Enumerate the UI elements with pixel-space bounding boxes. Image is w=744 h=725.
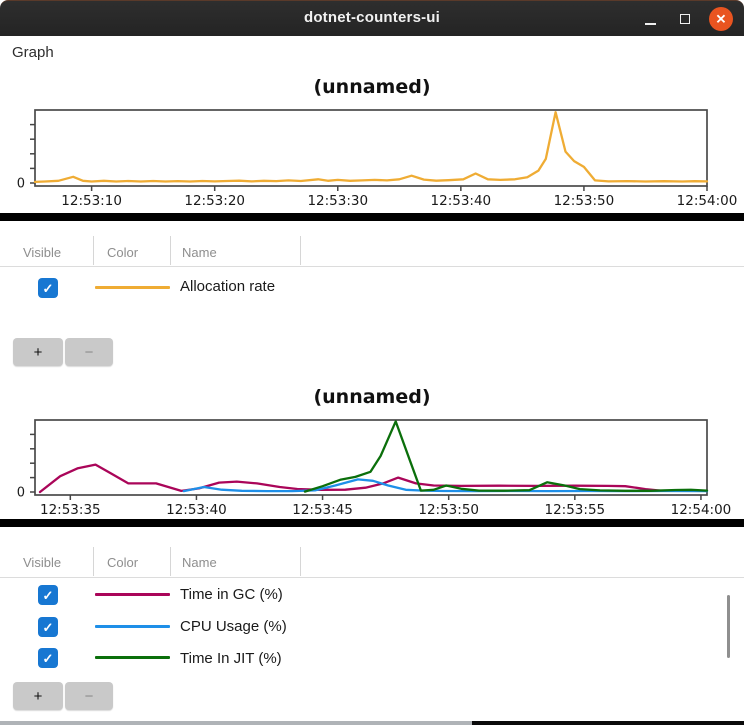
- add-series-button[interactable]: +: [13, 338, 63, 366]
- svg-text:12:53:30: 12:53:30: [307, 193, 368, 209]
- svg-text:12:53:45: 12:53:45: [292, 502, 353, 518]
- remove-series-button[interactable]: −: [65, 682, 113, 710]
- column-divider: [170, 236, 171, 265]
- check-icon: ✓: [42, 280, 54, 296]
- close-icon: ✕: [715, 11, 727, 26]
- allocation-rate-chart: 0 12:53:10 12:53:20 12:53:30 12:53:40 12:53:5…: [17, 109, 738, 209]
- svg-text:12:53:20: 12:53:20: [184, 193, 245, 209]
- svg-text:12:53:55: 12:53:55: [544, 502, 605, 518]
- series-name: Allocation rate: [180, 278, 276, 295]
- svg-text:0: 0: [17, 486, 25, 501]
- series-name: Time in GC (%): [180, 586, 283, 603]
- column-divider: [93, 547, 94, 576]
- vertical-scrollbar-thumb[interactable]: [727, 595, 730, 658]
- bottom-edge-scrollbar[interactable]: [0, 721, 472, 725]
- visible-checkbox[interactable]: ✓: [38, 278, 58, 298]
- window-title: dotnet-counters-ui: [303, 9, 441, 26]
- check-icon: ✓: [42, 587, 54, 603]
- minimize-button[interactable]: [638, 7, 662, 31]
- header-rule: [0, 577, 744, 578]
- svg-text:12:53:50: 12:53:50: [554, 193, 615, 209]
- minimize-icon: [644, 22, 656, 25]
- header-rule: [0, 266, 744, 267]
- column-divider: [300, 236, 301, 265]
- series-color-swatch: [95, 625, 170, 628]
- visible-checkbox[interactable]: ✓: [38, 617, 58, 637]
- svg-text:12:54:00: 12:54:00: [671, 502, 732, 518]
- svg-text:12:53:35: 12:53:35: [40, 502, 101, 518]
- maximize-icon: [680, 14, 690, 24]
- add-series-button[interactable]: +: [13, 682, 63, 710]
- titlebar: dotnet-counters-ui ✕: [0, 0, 744, 36]
- chart-1-title: (unnamed): [313, 76, 431, 98]
- check-icon: ✓: [42, 650, 54, 666]
- column-divider: [300, 547, 301, 576]
- remove-series-button[interactable]: −: [65, 338, 113, 366]
- separator-bar-1: [0, 213, 744, 221]
- maximize-button[interactable]: [673, 7, 697, 31]
- series-name: Time In JIT (%): [180, 650, 282, 667]
- column-header-name: Name: [182, 245, 217, 260]
- column-header-color: Color: [107, 245, 139, 260]
- series-color-swatch: [95, 656, 170, 659]
- svg-text:12:53:10: 12:53:10: [61, 193, 122, 209]
- column-header-color: Color: [107, 555, 139, 570]
- app-window: dotnet-counters-ui ✕ Graph (unnamed) 0 12…: [0, 0, 744, 725]
- visible-checkbox[interactable]: ✓: [38, 648, 58, 668]
- bottom-edge-dark: [472, 721, 744, 725]
- chart-2-title: (unnamed): [313, 386, 431, 408]
- series-name: CPU Usage (%): [180, 618, 287, 635]
- series-color-swatch: [95, 593, 170, 596]
- visible-checkbox[interactable]: ✓: [38, 585, 58, 605]
- separator-bar-2: [0, 519, 744, 527]
- column-header-name: Name: [182, 555, 217, 570]
- graph-menu-label[interactable]: Graph: [12, 44, 54, 61]
- svg-text:12:53:50: 12:53:50: [418, 502, 479, 518]
- column-header-visible: Visible: [23, 245, 62, 260]
- svg-text:12:53:40: 12:53:40: [166, 502, 227, 518]
- svg-text:12:53:40: 12:53:40: [431, 193, 492, 209]
- svg-text:12:54:00: 12:54:00: [677, 193, 738, 209]
- column-divider: [170, 547, 171, 576]
- series-line-allocation-rate: [33, 111, 709, 184]
- series-color-swatch: [95, 286, 170, 289]
- check-icon: ✓: [42, 619, 54, 635]
- percent-metrics-chart: 0 12:53:35 12:53:40 12:53:45 12:53:50 12:53:5…: [17, 419, 732, 518]
- column-header-visible: Visible: [23, 555, 62, 570]
- close-button[interactable]: ✕: [709, 7, 733, 31]
- svg-text:0: 0: [17, 177, 25, 192]
- column-divider: [93, 236, 94, 265]
